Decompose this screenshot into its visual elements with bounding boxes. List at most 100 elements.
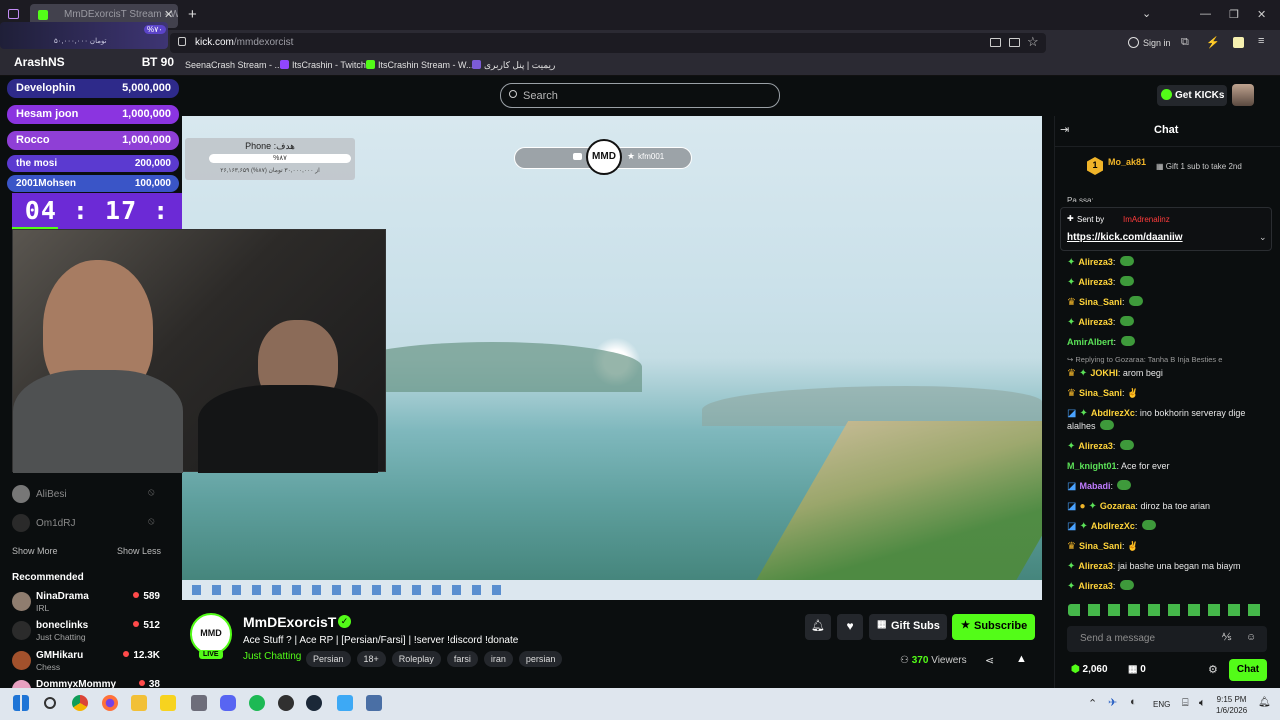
account-icon[interactable] <box>1128 37 1139 48</box>
tab-list-icon[interactable] <box>8 9 19 19</box>
star-icon: ★ <box>961 620 970 631</box>
gift-count[interactable]: ▦ 0 <box>1128 664 1146 675</box>
recommended-channel[interactable]: DommyxMommy 38 <box>12 679 160 688</box>
translate-icon[interactable]: ⅍ <box>1222 632 1231 643</box>
followed-channel-name[interactable]: AliBesi <box>36 489 67 500</box>
bookmark-star-icon[interactable]: ☆ <box>1027 34 1039 50</box>
file-explorer-icon[interactable] <box>131 695 147 711</box>
tag-chip[interactable]: Roleplay <box>391 651 441 667</box>
channel-avatar[interactable]: MMD <box>190 613 232 655</box>
category-link[interactable]: Just Chatting <box>243 651 301 662</box>
discord-icon[interactable] <box>220 695 236 711</box>
report-icon[interactable]: ▲ <box>1016 653 1027 665</box>
show-less-button[interactable]: Show Less <box>117 546 161 556</box>
page-tools-icon[interactable] <box>990 38 1001 47</box>
bookmark-item[interactable]: ItsCrashin - Twitch <box>280 60 366 70</box>
emote-bar[interactable] <box>1068 604 1266 616</box>
reader-icon[interactable] <box>1009 38 1020 47</box>
avatar[interactable] <box>12 514 30 532</box>
app-icon[interactable] <box>191 695 207 711</box>
tag-chip[interactable]: 18+ <box>356 651 386 667</box>
emoji-icon[interactable]: ☺ <box>1246 632 1256 643</box>
partial-message: Pa.ssa: <box>1067 196 1094 202</box>
followed-channel-name[interactable]: Om1dRJ <box>36 518 75 529</box>
chrome-icon[interactable] <box>72 695 88 711</box>
tag-chip[interactable]: iran <box>483 651 513 667</box>
top-gifter-name[interactable]: Mo_ak81 <box>1108 157 1146 167</box>
channel-name[interactable]: MmDExorcisT <box>243 614 336 630</box>
notes-extension-icon[interactable] <box>1233 37 1244 48</box>
avatar[interactable] <box>12 485 30 503</box>
calculator-icon[interactable] <box>366 695 382 711</box>
recommended-channel[interactable]: GMHikaru Chess 12.3K <box>12 650 160 678</box>
tag-chip[interactable]: persian <box>518 651 563 667</box>
show-more-button[interactable]: Show More <box>12 546 58 556</box>
browser-menu-icon[interactable]: ≡ <box>1258 35 1264 47</box>
volume-icon[interactable]: 🔈︎ <box>1199 697 1206 710</box>
language-indicator[interactable]: ENG <box>1153 700 1170 709</box>
emote-icon <box>1120 336 1135 346</box>
firefox-icon[interactable] <box>102 695 118 711</box>
extensions-icon[interactable]: ⧉ <box>1181 36 1189 49</box>
badge-icon: ◪ <box>1067 408 1077 419</box>
bookmark-item[interactable]: ItsCrashin Stream - W... <box>366 60 474 70</box>
restore-button[interactable]: ❐ <box>1229 8 1239 21</box>
sign-in-link[interactable]: Sign in <box>1143 38 1171 48</box>
tab-overflow-chevron-icon[interactable]: ⌄ <box>1142 7 1151 20</box>
avatar <box>12 680 31 688</box>
gift-cta[interactable]: ▦ Gift 1 sub to take 2nd <box>1156 162 1242 171</box>
collapse-chat-icon[interactable]: ⇥ <box>1060 123 1069 136</box>
network-icon[interactable]: ⌸ <box>1182 697 1189 710</box>
tag-chip[interactable]: Persian <box>306 651 351 667</box>
badge-icon: ◪ <box>1067 501 1077 512</box>
tray-app-icon[interactable]: ◐ <box>1130 696 1137 708</box>
spotify-icon[interactable] <box>249 695 265 711</box>
tray-app-icon[interactable]: ✈ <box>1108 696 1117 709</box>
system-clock[interactable]: 9:15 PM 1/6/2026 <box>1216 694 1247 716</box>
minimize-button[interactable]: — <box>1200 8 1211 20</box>
steam-icon[interactable] <box>306 695 322 711</box>
search-icon[interactable] <box>44 697 56 709</box>
close-window-button[interactable]: ✕ <box>1257 8 1266 21</box>
chat-settings-gear-icon[interactable]: ⚙ <box>1208 663 1218 676</box>
tag-chip[interactable]: farsi <box>446 651 478 667</box>
goal-percent: %۸۷ <box>273 155 287 162</box>
address-bar[interactable]: kick.com/mmdexorcist <box>170 33 1046 53</box>
windows-start-icon[interactable] <box>13 695 29 711</box>
notification-bell-button[interactable]: 🔔︎ <box>805 614 831 640</box>
notepad-icon[interactable] <box>337 695 353 711</box>
pinned-link[interactable]: https://kick.com/daaniiw <box>1067 232 1183 243</box>
chat-input[interactable]: Send a message <box>1067 626 1267 652</box>
recommended-channel[interactable]: NinaDrama IRL 589 <box>12 591 160 619</box>
send-chat-button[interactable]: Chat <box>1229 659 1267 681</box>
kicks-balance[interactable]: ⬢ 2,060 <box>1071 664 1108 675</box>
bookmark-item[interactable]: ریمیت | پنل کاربری <box>472 60 555 71</box>
badge-icon: ✦ <box>1067 581 1076 592</box>
chat-message: ♛ Sina_Sani: ✌ <box>1067 541 1139 552</box>
follow-heart-button[interactable]: ♥ <box>837 614 863 640</box>
sticky-notes-icon[interactable] <box>160 695 176 711</box>
share-icon[interactable]: ⋖ <box>985 654 994 667</box>
badge-icon: ✦ <box>1067 277 1076 288</box>
tab-close-icon[interactable]: ✕ <box>164 8 173 21</box>
obs-icon[interactable] <box>278 695 294 711</box>
lock-icon[interactable] <box>178 37 186 46</box>
new-tab-button[interactable]: + <box>188 6 197 23</box>
gift-icon: ▦ <box>877 619 887 630</box>
chat-message: ✦ Alireza3: <box>1067 440 1272 453</box>
extension-icon[interactable]: ⚡ <box>1206 36 1220 49</box>
offline-icon: ⦸ <box>148 516 155 527</box>
search-input[interactable]: Search <box>500 83 780 108</box>
bookmark-item[interactable]: SeenaCrash Stream - ... <box>185 60 282 70</box>
tray-overflow-icon[interactable]: ⌃ <box>1088 697 1097 710</box>
gift-subs-button[interactable]: ▦ Gift Subs <box>869 614 947 640</box>
badge-icon: ✦ <box>1078 368 1088 379</box>
avatar[interactable] <box>1232 84 1254 106</box>
top-donor-name: ArashNS <box>14 55 65 69</box>
emote-icon <box>1117 480 1132 490</box>
recommended-channel[interactable]: boneclinks Just Chatting 512 <box>12 620 160 648</box>
notification-bell-icon[interactable]: 🔔︎ <box>1258 697 1271 708</box>
subscribe-button[interactable]: ★ Subscribe <box>952 614 1035 640</box>
chat-divider <box>1054 146 1280 147</box>
expand-chevron-icon[interactable]: ⌄ <box>1259 232 1267 243</box>
